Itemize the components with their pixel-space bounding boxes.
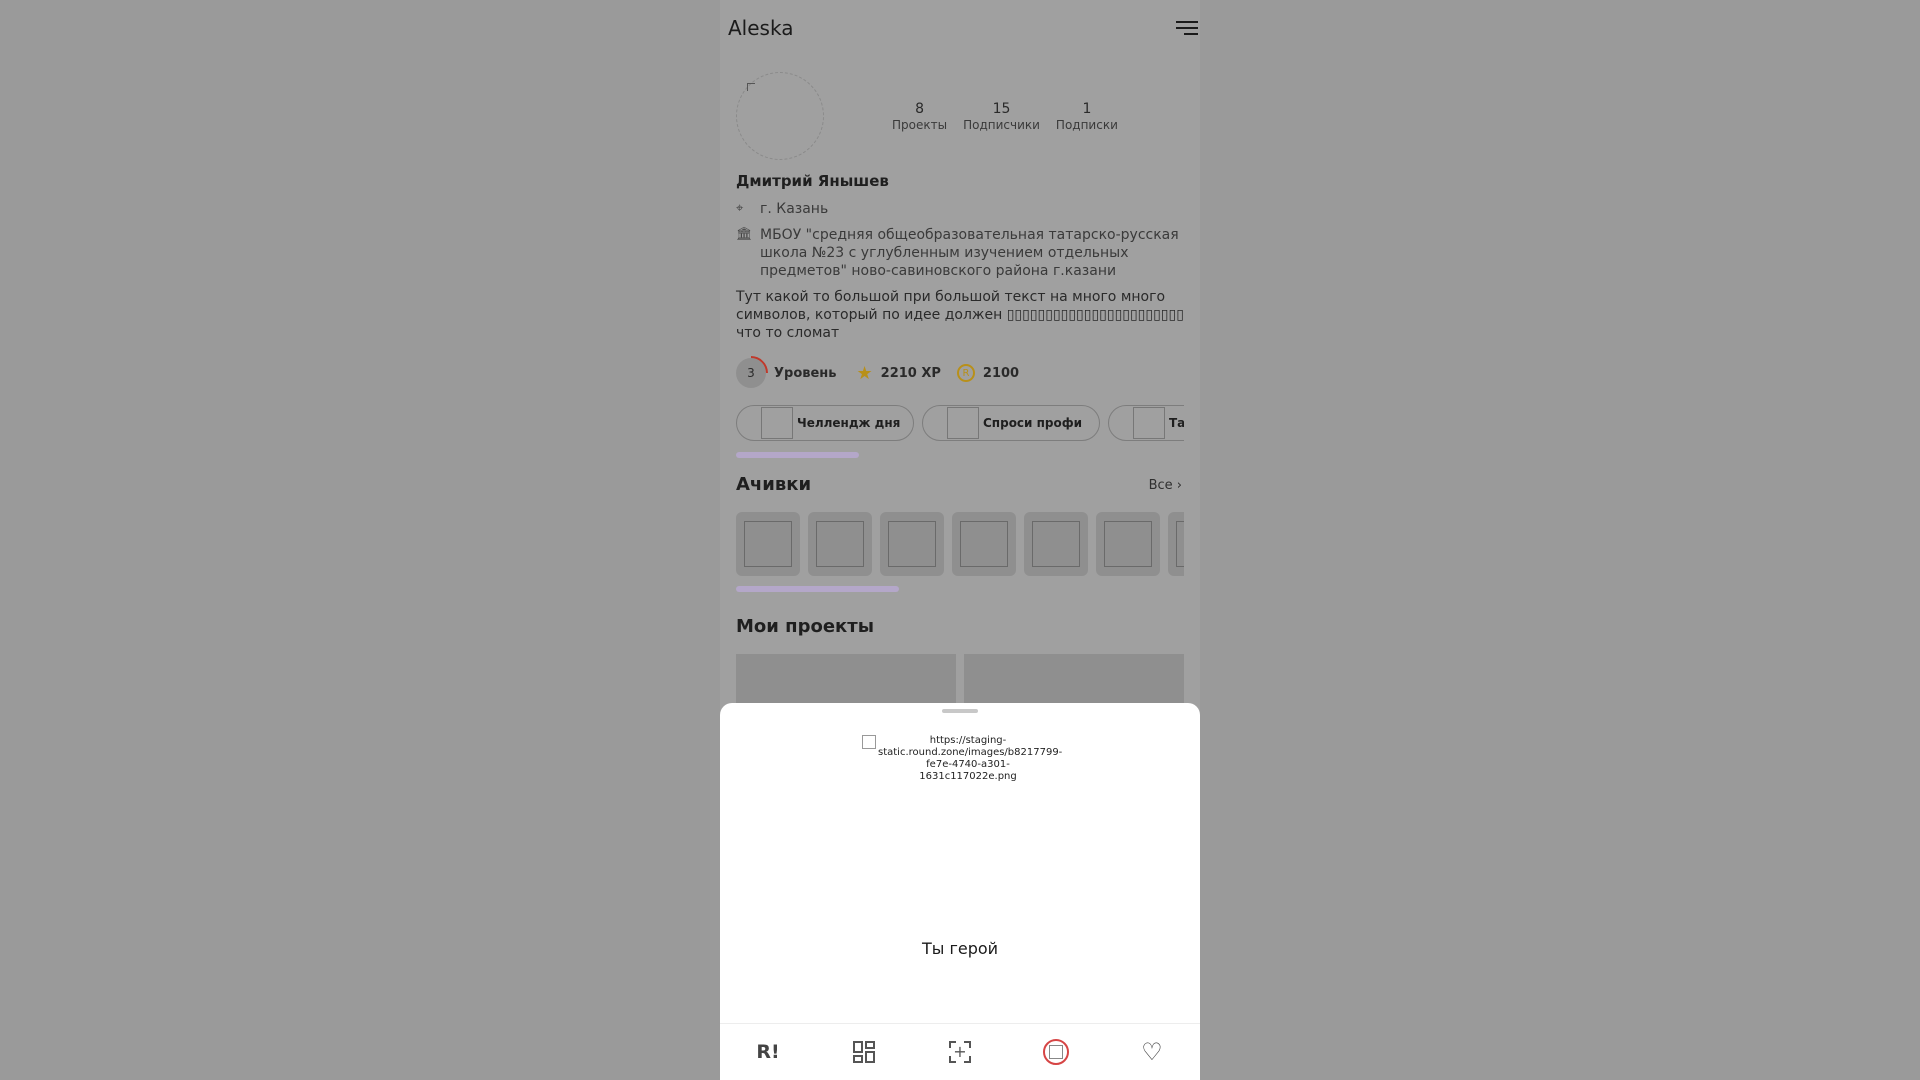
institution-icon: 🏛	[736, 227, 753, 242]
projects-title: Мои проекты	[736, 616, 874, 637]
sheet-image: https://staging-static.round.zone/images…	[860, 735, 1063, 783]
profile-bio: Тут какой то большой при большой текст н…	[736, 289, 1184, 341]
bottom-navigation: R! + ♡	[720, 1023, 1200, 1080]
broken-image-icon	[862, 735, 876, 749]
profile-avatar[interactable]	[736, 72, 824, 160]
add-frame-icon: +	[949, 1041, 971, 1063]
achievement-item[interactable]	[1024, 512, 1088, 576]
level-progress: 3	[736, 358, 766, 388]
stat-following[interactable]: 1 Подписки	[1056, 100, 1118, 133]
chip-image	[1133, 407, 1165, 439]
nav-create[interactable]: +	[940, 1032, 980, 1072]
stat-value: 8	[915, 101, 924, 117]
chips-scroll-indicator[interactable]	[736, 452, 859, 458]
achievement-image	[816, 521, 864, 567]
sheet-drag-handle[interactable]	[942, 709, 978, 713]
achievement-image	[960, 521, 1008, 567]
stat-label: Подписчики	[963, 118, 1040, 132]
achievement-item[interactable]	[1168, 512, 1184, 576]
achievement-image	[1032, 521, 1080, 567]
school-row: 🏛 МБОУ "средняя общеобразовательная тата…	[736, 226, 1184, 280]
achievements-scroll-indicator[interactable]	[736, 586, 899, 592]
broken-image-icon	[747, 83, 755, 91]
sheet-image-alt: https://staging-static.round.zone/images…	[878, 735, 1063, 782]
achievement-item[interactable]	[808, 512, 872, 576]
app-header: Aleska	[728, 0, 1200, 56]
bottom-sheet: https://staging-static.round.zone/images…	[720, 703, 1200, 1023]
stat-label: Подписки	[1055, 118, 1118, 132]
achievement-image	[744, 521, 792, 567]
profile-avatar-icon	[1043, 1039, 1069, 1065]
level-label: Уровень	[774, 365, 837, 381]
achievement-image	[1104, 521, 1152, 567]
nav-favorites[interactable]: ♡	[1132, 1032, 1172, 1072]
round-logo-icon: R!	[756, 1041, 780, 1063]
star-icon: ★	[856, 362, 873, 384]
stat-projects[interactable]: 8 Проекты	[892, 100, 947, 133]
chip-daily-challenge[interactable]: Челлендж дня	[736, 405, 914, 441]
school-text: МБОУ "средняя общеобразовательная татарс…	[760, 227, 1179, 279]
chip-image	[947, 407, 979, 439]
nav-profile[interactable]	[1036, 1032, 1076, 1072]
stat-value: 15	[992, 101, 1011, 117]
chip-third[interactable]: Та	[1108, 405, 1184, 441]
achievement-image	[888, 521, 936, 567]
profile-name: Дмитрий Янышев	[736, 172, 889, 190]
stat-followers[interactable]: 15 Подписчики	[963, 100, 1040, 133]
achievement-image	[1176, 521, 1184, 567]
achievements-list[interactable]	[736, 512, 1184, 576]
coin-value: 2100	[982, 365, 1020, 381]
chip-label: Спроси профи	[983, 416, 1083, 430]
chip-label: Та	[1169, 416, 1184, 430]
heart-icon: ♡	[1141, 1038, 1163, 1066]
dashboard-grid-icon	[853, 1041, 875, 1063]
level-row: 3 Уровень ★ 2210 XP R 2100	[736, 358, 1019, 388]
level-number: 3	[747, 366, 755, 380]
achievement-item[interactable]	[1096, 512, 1160, 576]
achievements-all-link[interactable]: Все ›	[1149, 478, 1182, 493]
chip-label: Челлендж дня	[797, 416, 901, 430]
achievement-item[interactable]	[880, 512, 944, 576]
chip-ask-pro[interactable]: Спроси профи	[922, 405, 1100, 441]
achievement-item[interactable]	[952, 512, 1016, 576]
coin-icon: R	[956, 364, 975, 382]
achievement-item[interactable]	[736, 512, 800, 576]
stat-value: 1	[1082, 101, 1092, 117]
sheet-message: Ты герой	[921, 939, 999, 958]
nav-home[interactable]: R!	[748, 1032, 788, 1072]
city-text: г. Казань	[760, 201, 829, 217]
city-row: ⌖ г. Казань	[736, 200, 1184, 218]
xp-value: 2210 XP	[880, 365, 941, 381]
profile-stats: 8 Проекты 15 Подписчики 1 Подписки	[892, 100, 1118, 133]
stat-label: Проекты	[892, 118, 948, 132]
nav-feed[interactable]	[844, 1032, 884, 1072]
menu-icon[interactable]	[1176, 20, 1198, 36]
location-pin-icon: ⌖	[736, 201, 744, 216]
chip-image	[761, 407, 793, 439]
chips-carousel[interactable]: Челлендж дня Спроси профи Та	[736, 405, 1184, 441]
brand-title: Aleska	[728, 16, 794, 40]
achievements-title: Ачивки	[736, 474, 812, 495]
